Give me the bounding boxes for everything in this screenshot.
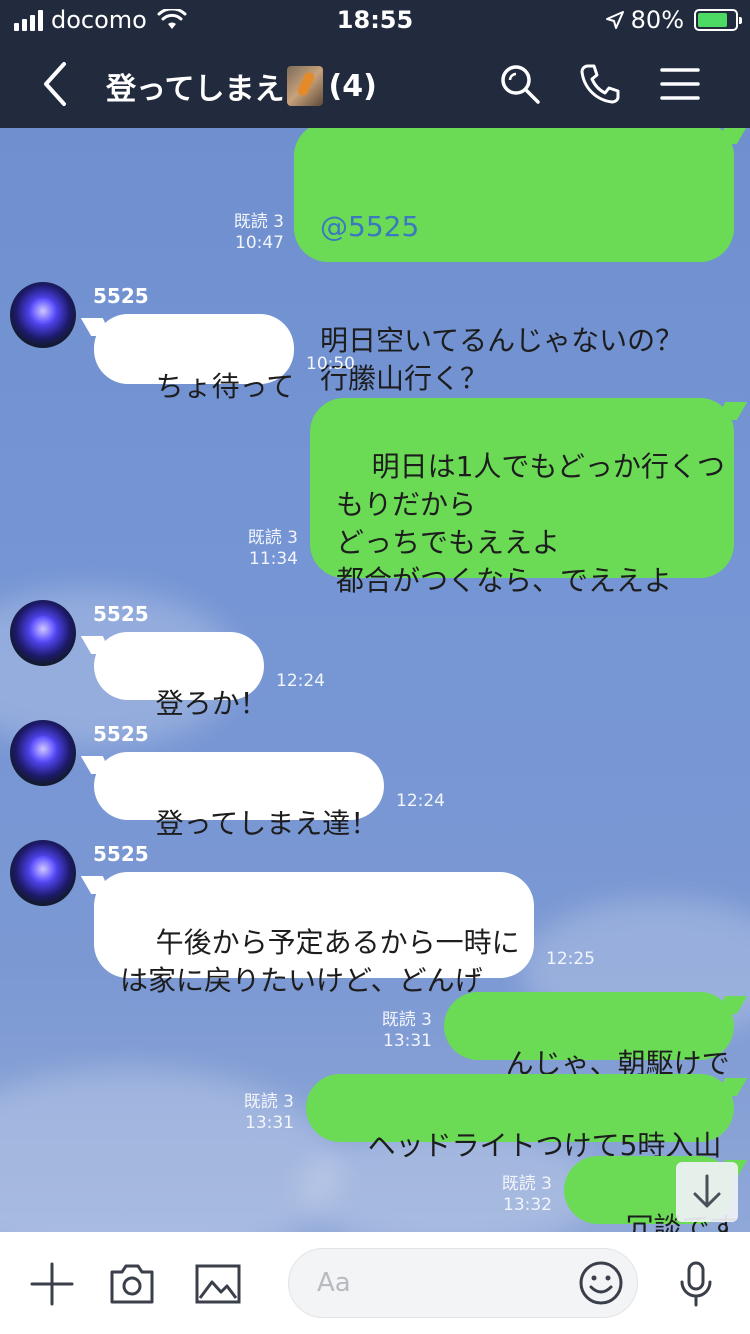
message-time: 13:31 [383, 1031, 432, 1051]
message-bubble[interactable]: 午後から予定あるから一時に は家に戻りたいけど、どんげ [94, 872, 534, 997]
member-count: (4) [328, 68, 377, 104]
mention-link[interactable]: @5525 [320, 208, 708, 246]
message-bubble[interactable]: 明日は1人でもどっか行くつ もりだから どっちでもええよ 都合がつくなら、でええ… [310, 398, 734, 597]
avatar[interactable] [10, 840, 76, 906]
read-receipt: 既読 3 [243, 1092, 294, 1112]
message-time: 11:34 [249, 549, 298, 569]
read-receipt: 既読 3 [501, 1174, 552, 1194]
location-icon [605, 11, 624, 29]
message-bubble[interactable]: 登ってしまえ達！ [94, 752, 384, 840]
avatar[interactable] [10, 282, 76, 348]
message-text: ちょ待って [155, 370, 295, 403]
message-input[interactable]: Aa [288, 1248, 638, 1318]
sender-name: 5525 [93, 722, 149, 746]
message-bubble[interactable]: ちょ待って [94, 314, 294, 403]
message-time: 13:32 [503, 1195, 552, 1215]
group-name: 登ってしまえ [106, 72, 285, 107]
chat-header: 登ってしまえ (4) [0, 40, 750, 128]
read-receipt: 既読 3 [381, 1010, 432, 1030]
battery-icon [694, 9, 742, 31]
message-bubble[interactable]: んじゃ、朝駆けで [444, 992, 734, 1080]
battery-percent: 80% [630, 6, 684, 34]
mic-icon[interactable] [672, 1260, 720, 1308]
menu-icon[interactable] [658, 62, 702, 106]
message-time: 12:25 [546, 949, 595, 969]
message-meta: 既読 3 13:32 [480, 1174, 552, 1216]
message-meta: 既読 3 11:34 [226, 528, 298, 570]
message-bubble[interactable]: @5525 明日空いてるんじゃないの？ 行縢山行く？ [294, 128, 734, 395]
message-bubble[interactable]: ヘッドライトつけて5時入山 [306, 1074, 734, 1162]
status-bar: docomo 18:55 80% [0, 0, 750, 40]
avatar[interactable] [10, 720, 76, 786]
chat-area[interactable]: 既読 3 10:47 @5525 明日空いてるんじゃないの？ 行縢山行く？ 55… [0, 128, 750, 1232]
message-meta: 既読 3 13:31 [222, 1092, 294, 1134]
phone-icon[interactable] [578, 62, 622, 106]
image-icon[interactable] [194, 1260, 242, 1308]
avatar[interactable] [10, 600, 76, 666]
message-bubble[interactable]: 登ろか！ [94, 632, 268, 720]
chat-title: 登ってしまえ (4) [106, 64, 377, 108]
sender-name: 5525 [93, 284, 149, 308]
message-time: 10:50 [306, 354, 355, 374]
message-time: 12:24 [396, 791, 445, 811]
emoji-icon[interactable] [577, 1259, 625, 1307]
message-text: 登ってしまえ達！ [155, 807, 379, 840]
message-text: 午後から予定あるから一時に は家に戻りたいけど、どんげ [120, 926, 520, 997]
message-meta: 既読 3 10:47 [212, 212, 284, 254]
plus-icon[interactable] [28, 1260, 76, 1308]
message-time: 12:24 [276, 671, 325, 691]
message-time: 10:47 [235, 233, 284, 253]
message-text: 登ろか！ [155, 687, 268, 720]
arrow-down-icon [693, 1174, 721, 1208]
message-text: 明日空いてるんじゃないの？ 行縢山行く？ [320, 324, 684, 395]
back-icon[interactable] [36, 60, 76, 108]
search-icon[interactable] [498, 62, 542, 106]
input-bar: Aa [0, 1232, 750, 1334]
sender-name: 5525 [93, 602, 149, 626]
message-time: 13:31 [245, 1113, 294, 1133]
sender-name: 5525 [93, 842, 149, 866]
climbing-emoji-icon [286, 66, 323, 106]
scroll-to-bottom-button[interactable] [676, 1162, 738, 1222]
message-meta: 既読 3 13:31 [360, 1010, 432, 1052]
camera-icon[interactable] [108, 1260, 156, 1308]
read-receipt: 既読 3 [247, 528, 298, 548]
read-receipt: 既読 3 [233, 212, 284, 232]
message-text: 明日は1人でもどっか行くつ もりだから どっちでもええよ 都合がつくなら、でええ… [336, 450, 725, 597]
message-input-placeholder: Aa [317, 1268, 351, 1298]
